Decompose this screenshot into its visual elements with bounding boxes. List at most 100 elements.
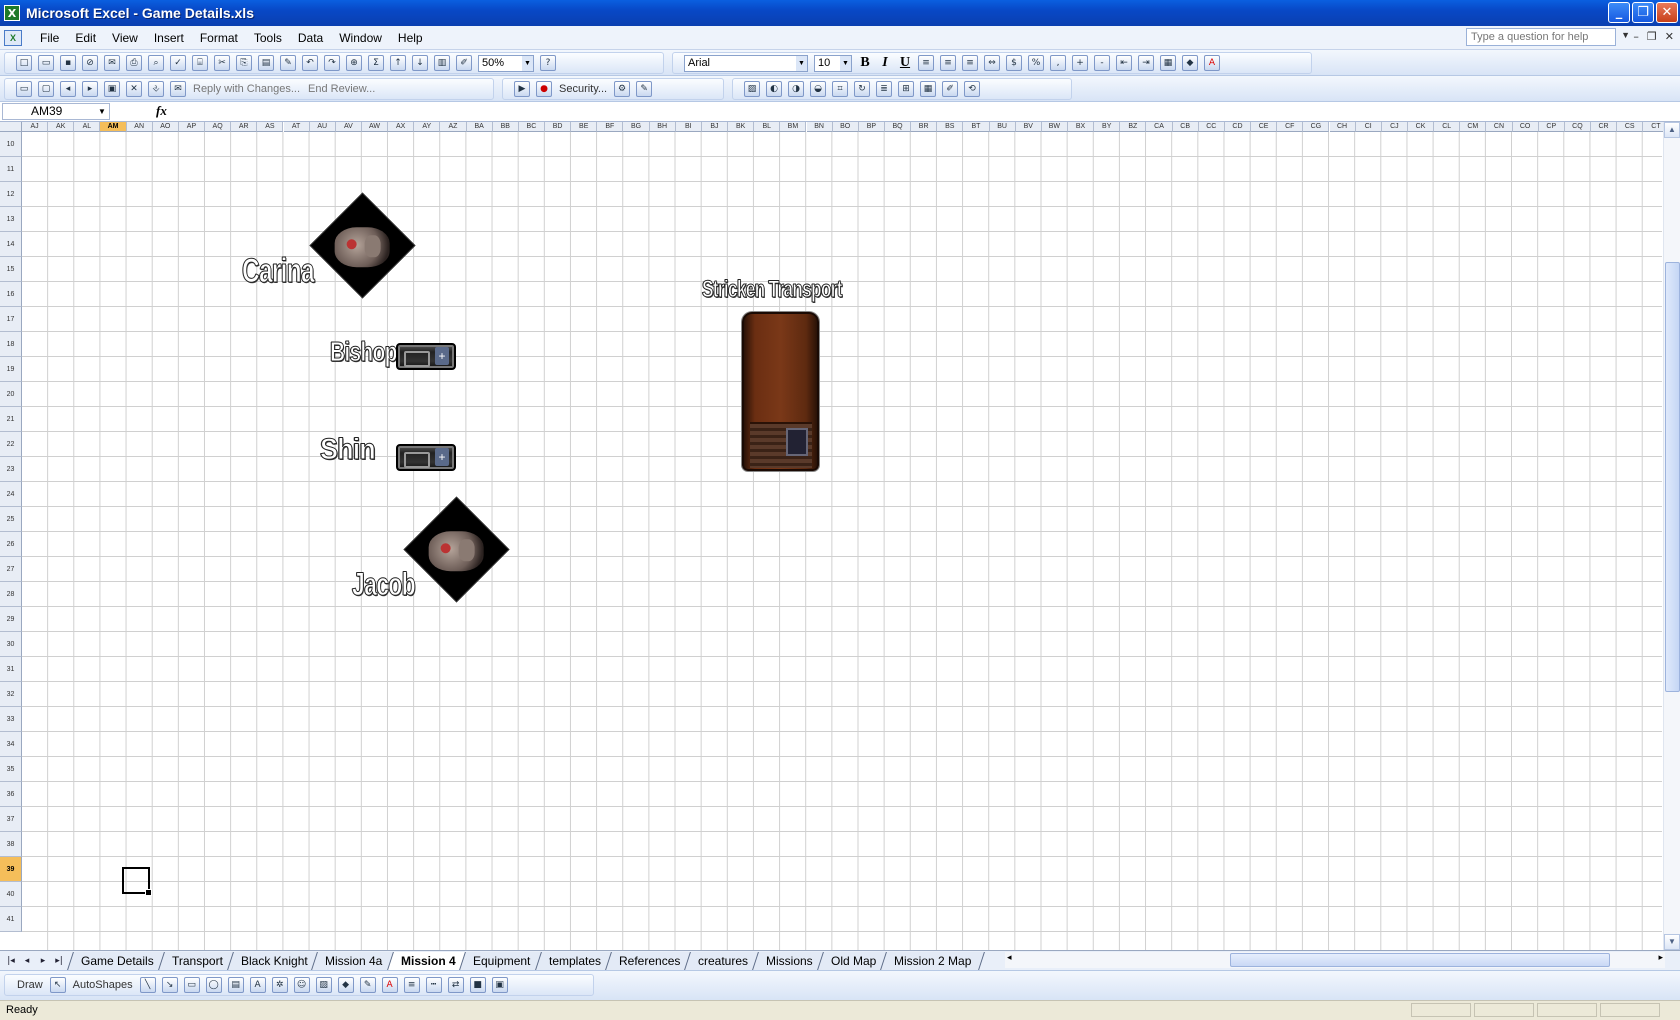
column-header-by[interactable]: BY	[1094, 122, 1121, 132]
column-header-cg[interactable]: CG	[1303, 122, 1330, 132]
row-header-25[interactable]: 25	[0, 507, 22, 532]
row-header-34[interactable]: 34	[0, 732, 22, 757]
security-button[interactable]: Security...	[559, 83, 607, 95]
row-header-19[interactable]: 19	[0, 357, 22, 382]
permission-icon[interactable]: ⊘	[82, 55, 98, 71]
column-header-bq[interactable]: BQ	[884, 122, 912, 132]
column-header-bh[interactable]: BH	[649, 122, 676, 132]
color-icon[interactable]: ◐	[766, 81, 782, 97]
font-dropdown-icon[interactable]: ▼	[796, 55, 807, 71]
column-header-bn[interactable]: BN	[806, 122, 833, 132]
jacob-label[interactable]: Jacob	[352, 566, 416, 603]
column-header-cl[interactable]: CL	[1434, 122, 1461, 132]
scroll-down-icon[interactable]: ▼	[1664, 934, 1680, 950]
row-header-22[interactable]: 22	[0, 432, 22, 457]
column-header-bv[interactable]: BV	[1015, 122, 1042, 132]
column-header-au[interactable]: AU	[309, 122, 336, 132]
row-header-13[interactable]: 13	[0, 207, 22, 232]
merge-center-icon[interactable]: ⇔	[984, 55, 1000, 71]
rectangle-icon[interactable]: ▭	[183, 977, 200, 993]
row-header-20[interactable]: 20	[0, 382, 22, 407]
scroll-right-icon[interactable]: ▸	[1658, 952, 1663, 963]
fill-color-draw-icon[interactable]: ◆	[337, 977, 354, 993]
row-header-24[interactable]: 24	[0, 482, 22, 507]
column-header-cs[interactable]: CS	[1617, 122, 1644, 132]
carina-ship-image[interactable]	[309, 192, 416, 299]
jacob-ship-image[interactable]	[403, 496, 510, 603]
menu-window[interactable]: Window	[331, 27, 390, 49]
bishop-label[interactable]: Bishop	[330, 336, 398, 368]
comment-prev-icon[interactable]: ◂	[60, 81, 76, 97]
autoshapes-menu-button[interactable]: AutoShapes	[73, 979, 133, 991]
tab-game-details[interactable]: Game Details	[67, 951, 168, 970]
column-header-cc[interactable]: CC	[1198, 122, 1225, 132]
column-header-ck[interactable]: CK	[1407, 122, 1435, 132]
autosum-icon[interactable]: Σ	[368, 55, 384, 71]
shadow-style-icon[interactable]: ■	[469, 977, 486, 993]
column-header-cf[interactable]: CF	[1277, 122, 1304, 132]
row-header-37[interactable]: 37	[0, 807, 22, 832]
new-icon[interactable]: □	[16, 55, 32, 71]
row-header-10[interactable]: 10	[0, 132, 22, 157]
format-painter-icon[interactable]: ✎	[280, 55, 296, 71]
column-header-aq[interactable]: AQ	[205, 122, 232, 132]
row-header-38[interactable]: 38	[0, 832, 22, 857]
reply-with-changes-button[interactable]: Reply with Changes...	[193, 83, 300, 95]
row-header-28[interactable]: 28	[0, 582, 22, 607]
compress-icon[interactable]: ⊞	[898, 81, 914, 97]
stricken-transport-label[interactable]: Stricken Transport	[702, 276, 843, 304]
first-sheet-icon[interactable]: |◂	[4, 956, 18, 966]
line-icon[interactable]: ╲	[139, 977, 156, 993]
column-header-cn[interactable]: CN	[1486, 122, 1513, 132]
row-header-35[interactable]: 35	[0, 757, 22, 782]
tab-mission-2-map[interactable]: Mission 2 Map	[880, 951, 986, 970]
line-style-icon[interactable]: ≣	[876, 81, 892, 97]
decrease-decimal-icon[interactable]: -	[1094, 55, 1110, 71]
tab-creatures[interactable]: creatures	[684, 951, 763, 970]
row-header-17[interactable]: 17	[0, 307, 22, 332]
menu-format[interactable]: Format	[192, 27, 246, 49]
row-header-14[interactable]: 14	[0, 232, 22, 257]
dash-style-icon[interactable]: ┅	[425, 977, 442, 993]
decrease-indent-icon[interactable]: ⇤	[1116, 55, 1132, 71]
help-icon[interactable]: ?	[540, 55, 556, 71]
column-header-bk[interactable]: BK	[728, 122, 755, 132]
column-header-an[interactable]: AN	[126, 122, 153, 132]
italic-button[interactable]: I	[875, 55, 895, 71]
arrow-style-icon[interactable]: ⇄	[447, 977, 464, 993]
column-header-cd[interactable]: CD	[1224, 122, 1252, 132]
column-header-ax[interactable]: AX	[388, 122, 415, 132]
bold-button[interactable]: B	[855, 55, 875, 71]
menu-data[interactable]: Data	[290, 27, 331, 49]
currency-icon[interactable]: $	[1006, 55, 1022, 71]
column-header-ca[interactable]: CA	[1146, 122, 1173, 132]
track-changes-icon[interactable]: ⎀	[148, 81, 164, 97]
paste-icon[interactable]: ▤	[258, 55, 274, 71]
column-header-bp[interactable]: BP	[858, 122, 885, 132]
column-header-ay[interactable]: AY	[414, 122, 441, 132]
more-contrast-icon[interactable]: ◑	[788, 81, 804, 97]
tab-transport[interactable]: Transport	[157, 951, 237, 970]
text-box-icon[interactable]: ▤	[227, 977, 244, 993]
scroll-up-icon[interactable]: ▲	[1664, 122, 1680, 138]
row-header-16[interactable]: 16	[0, 282, 22, 307]
column-header-cq[interactable]: CQ	[1564, 122, 1591, 132]
row-header-40[interactable]: 40	[0, 882, 22, 907]
less-contrast-icon[interactable]: ◒	[810, 81, 826, 97]
vertical-scroll-thumb[interactable]	[1665, 262, 1680, 692]
show-comment-icon[interactable]: ▣	[104, 81, 120, 97]
shin-vehicle-image[interactable]	[396, 444, 456, 471]
minimize-button[interactable]: _	[1608, 2, 1630, 23]
row-header-29[interactable]: 29	[0, 607, 22, 632]
crop-icon[interactable]: ⌗	[832, 81, 848, 97]
column-header-aw[interactable]: AW	[361, 122, 389, 132]
column-header-bi[interactable]: BI	[675, 122, 702, 132]
increase-indent-icon[interactable]: ⇥	[1138, 55, 1154, 71]
record-macro-icon[interactable]: ●	[536, 81, 552, 97]
align-right-icon[interactable]: ≡	[962, 55, 978, 71]
increase-decimal-icon[interactable]: +	[1072, 55, 1088, 71]
carina-label[interactable]: Carina	[242, 252, 315, 291]
column-header-ao[interactable]: AO	[152, 122, 179, 132]
menu-tools[interactable]: Tools	[246, 27, 290, 49]
column-header-as[interactable]: AS	[257, 122, 284, 132]
